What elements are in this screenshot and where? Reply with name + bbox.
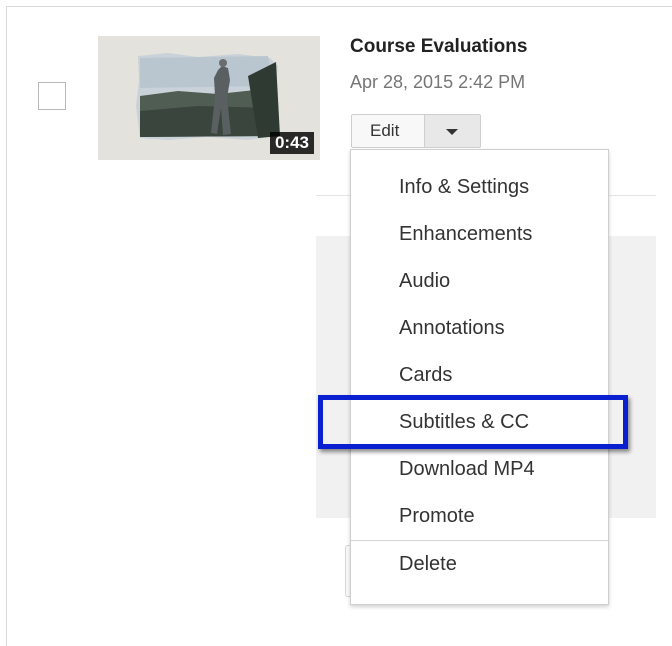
- video-select-checkbox[interactable]: [38, 82, 66, 110]
- caret-down-icon: [446, 129, 458, 135]
- edit-dropdown-button[interactable]: [425, 114, 481, 148]
- menu-item-info-settings[interactable]: Info & Settings: [399, 176, 529, 199]
- menu-item-cards[interactable]: Cards: [399, 364, 452, 387]
- menu-item-download-mp4[interactable]: Download MP4: [399, 458, 535, 481]
- video-date: Apr 28, 2015 2:42 PM: [350, 72, 526, 92]
- edit-button-group: Edit: [351, 114, 481, 148]
- edit-dropdown-menu: Info & Settings Enhancements Audio Annot…: [350, 149, 609, 605]
- video-duration-badge: 0:43: [269, 132, 314, 154]
- menu-item-promote[interactable]: Promote: [399, 505, 475, 528]
- menu-item-annotations[interactable]: Annotations: [399, 317, 505, 340]
- highlight-box: [318, 395, 628, 449]
- video-thumbnail[interactable]: 0:43: [98, 36, 320, 160]
- video-title[interactable]: Course Evaluations: [350, 36, 527, 58]
- menu-separator: [351, 540, 608, 541]
- menu-item-enhancements[interactable]: Enhancements: [399, 223, 532, 246]
- menu-item-delete[interactable]: Delete: [399, 553, 457, 576]
- edit-button[interactable]: Edit: [351, 114, 425, 148]
- menu-item-audio[interactable]: Audio: [399, 270, 450, 293]
